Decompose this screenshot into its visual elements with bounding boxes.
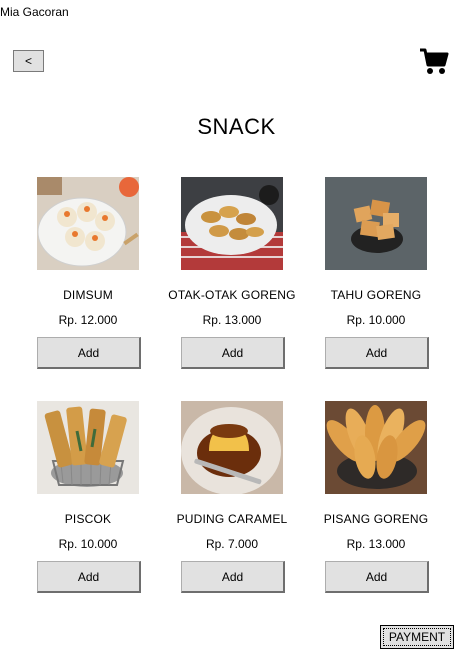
- product-name: PISCOK: [64, 512, 112, 526]
- product-name: DIMSUM: [63, 288, 113, 302]
- window-title: Mia Gacoran: [0, 5, 69, 19]
- product-name: OTAK-OTAK GORENG: [168, 288, 296, 302]
- add-puding-caramel-button[interactable]: Add: [181, 561, 285, 593]
- product-price: Rp. 10.000: [346, 313, 406, 327]
- add-tahu-goreng-button[interactable]: Add: [325, 337, 429, 369]
- product-name: PISANG GORENG: [323, 512, 429, 526]
- otak-otak-goreng-image: [181, 177, 283, 270]
- product-price: Rp. 7.000: [205, 537, 259, 551]
- add-otak-otak-goreng-button[interactable]: Add: [181, 337, 285, 369]
- page-title: SNACK: [197, 114, 276, 139]
- add-dimsum-button[interactable]: Add: [37, 337, 141, 369]
- cart-icon[interactable]: [419, 48, 449, 76]
- product-price: Rp. 13.000: [346, 537, 406, 551]
- add-piscok-button[interactable]: Add: [37, 561, 141, 593]
- product-name: PUDING CARAMEL: [176, 512, 288, 526]
- puding-caramel-image: [181, 401, 283, 494]
- add-pisang-goreng-button[interactable]: Add: [325, 561, 429, 593]
- back-button[interactable]: <: [13, 50, 44, 72]
- pisang-goreng-image: [325, 401, 427, 494]
- dimsum-image: [37, 177, 139, 270]
- payment-button[interactable]: PAYMENT: [380, 625, 454, 649]
- product-price: Rp. 13.000: [202, 313, 262, 327]
- payment-button-label: PAYMENT: [382, 628, 452, 646]
- product-name: TAHU GORENG: [330, 288, 422, 302]
- tahu-goreng-image: [325, 177, 427, 270]
- product-price: Rp. 12.000: [58, 313, 118, 327]
- product-price: Rp. 10.000: [58, 537, 118, 551]
- piscok-image: [37, 401, 139, 494]
